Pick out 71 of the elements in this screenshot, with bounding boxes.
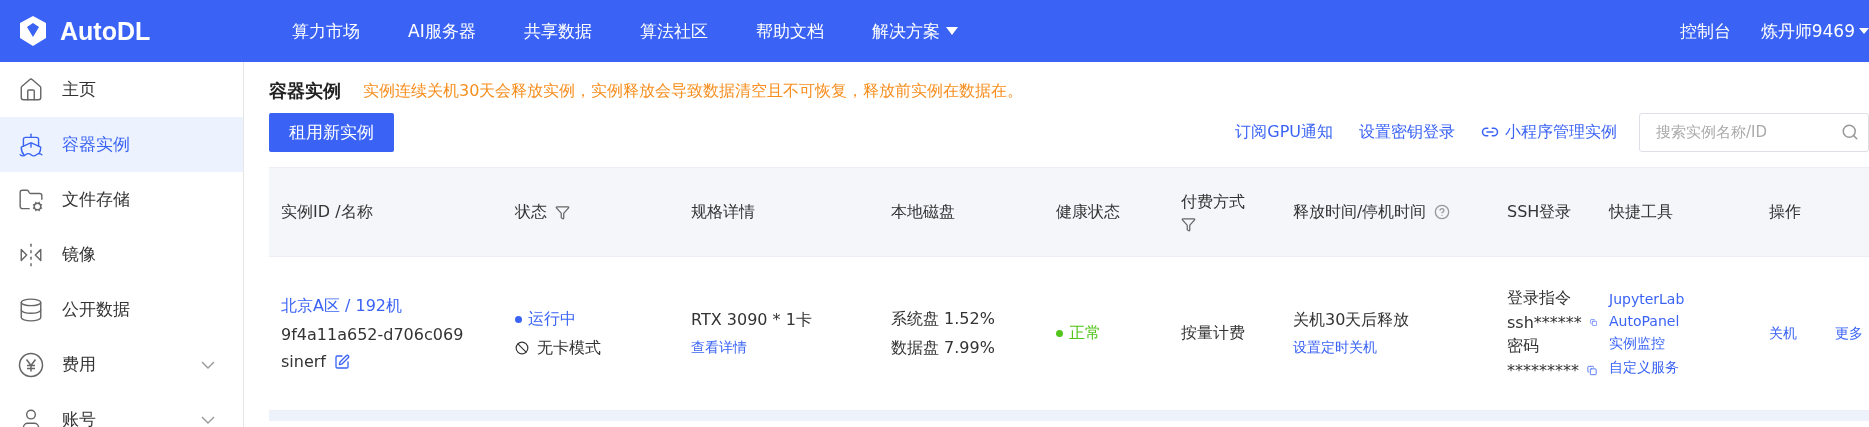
sidebar-item[interactable]: 文件存储 <box>0 172 243 227</box>
status-text: 运行中 <box>515 308 679 330</box>
schedule-link[interactable]: 设置定时关机 <box>1293 339 1495 357</box>
nav-link[interactable]: 解决方案 <box>847 19 982 43</box>
edit-icon[interactable] <box>334 353 350 370</box>
password-text: ********* <box>1507 360 1579 380</box>
user-menu[interactable]: 炼丹师9469 <box>1760 19 1869 43</box>
sidebar-item[interactable]: 镜像 <box>0 227 243 282</box>
toolbar-link[interactable]: 设置密钥登录 <box>1359 121 1455 143</box>
caret-icon <box>1859 28 1869 34</box>
header-label: 本地磁盘 <box>891 201 955 223</box>
header-label: 释放时间/停机时间 <box>1293 201 1427 223</box>
mode-text: 无卡模式 <box>537 337 601 359</box>
caret-icon <box>945 27 958 35</box>
sidebar-item[interactable]: 公开数据 <box>0 282 243 337</box>
help-icon[interactable] <box>1434 204 1451 220</box>
toolbar-link[interactable]: 订阅GPU通知 <box>1235 121 1333 143</box>
chevron-icon <box>201 360 215 369</box>
search-icon <box>1841 122 1859 141</box>
disk-usage: 系统盘 1.52% <box>891 308 996 330</box>
mini-program-link[interactable]: 小程序管理实例 <box>1481 121 1617 143</box>
sidebar-item[interactable]: 容器实例 <box>0 117 243 172</box>
brand-name: AutoDL <box>60 16 151 46</box>
header-label: SSH登录 <box>1507 201 1572 223</box>
yen-icon <box>18 351 44 378</box>
home-icon <box>18 76 44 103</box>
instance-id: 9f4a11a652-d706c069 <box>281 325 465 344</box>
health-status: 正常 <box>1056 323 1169 344</box>
nav-link[interactable]: 算力市场 <box>268 19 384 43</box>
instance-name: sinerf <box>281 352 326 371</box>
sidebar-item[interactable]: 账号 <box>0 392 243 427</box>
action-link[interactable]: 关机 <box>1769 324 1797 343</box>
header-label: 操作 <box>1769 201 1801 223</box>
rent-button[interactable]: 租用新实例 <box>269 112 394 152</box>
nav-link[interactable]: AI服务器 <box>384 19 500 43</box>
gpu-spec: RTX 3090 * 1卡 <box>691 310 813 331</box>
action-link[interactable]: 更多 <box>1835 324 1863 343</box>
region-link[interactable]: 北京A区 / 192机 <box>281 296 503 317</box>
password-label: 密码 <box>1507 335 1540 357</box>
header-label: 实例ID /名称 <box>281 201 373 223</box>
ssh-command: ssh****** <box>1507 312 1582 332</box>
tool-link[interactable]: 实例监控 <box>1609 334 1757 353</box>
header-label: 规格详情 <box>691 201 755 223</box>
ship-icon <box>18 131 44 158</box>
disk-usage: 数据盘 7.99% <box>891 337 996 359</box>
tool-link[interactable]: AutoPanel <box>1609 312 1757 329</box>
header-label: 健康状态 <box>1056 201 1120 223</box>
console-link[interactable]: 控制台 <box>1679 19 1731 43</box>
mirror-icon <box>18 241 44 268</box>
sidebar-item[interactable]: 主页 <box>0 62 243 117</box>
filter-icon[interactable] <box>1181 217 1196 232</box>
tool-link[interactable]: 自定义服务 <box>1609 358 1757 377</box>
chevron-icon <box>201 415 215 424</box>
details-link[interactable]: 查看详情 <box>691 339 879 357</box>
nav-link[interactable]: 帮助文档 <box>731 19 848 43</box>
filter-icon[interactable] <box>555 204 570 220</box>
billing-text: 按量计费 <box>1181 323 1246 344</box>
sidebar-item[interactable]: 费用 <box>0 337 243 392</box>
tool-link[interactable]: JupyterLab <box>1609 290 1757 307</box>
nav-link[interactable]: 共享数据 <box>499 19 616 43</box>
header-label: 状态 <box>515 201 547 223</box>
notice-text: 实例连续关机30天会释放实例，实例释放会导致数据清空且不可恢复，释放前实例在数据在。 <box>363 80 1024 102</box>
release-text: 关机30天后释放 <box>1293 310 1411 331</box>
database-icon <box>18 296 44 323</box>
search-field[interactable]: 搜索实例名称/ID <box>1639 112 1869 152</box>
page-title: 容器实例 <box>269 79 341 103</box>
nav-link[interactable]: 算法社区 <box>615 19 732 43</box>
ban-icon <box>515 341 529 355</box>
header-label: 快捷工具 <box>1609 201 1673 223</box>
ssh-label: 登录指令 <box>1507 287 1572 309</box>
header-label: 付费方式 <box>1181 192 1245 213</box>
